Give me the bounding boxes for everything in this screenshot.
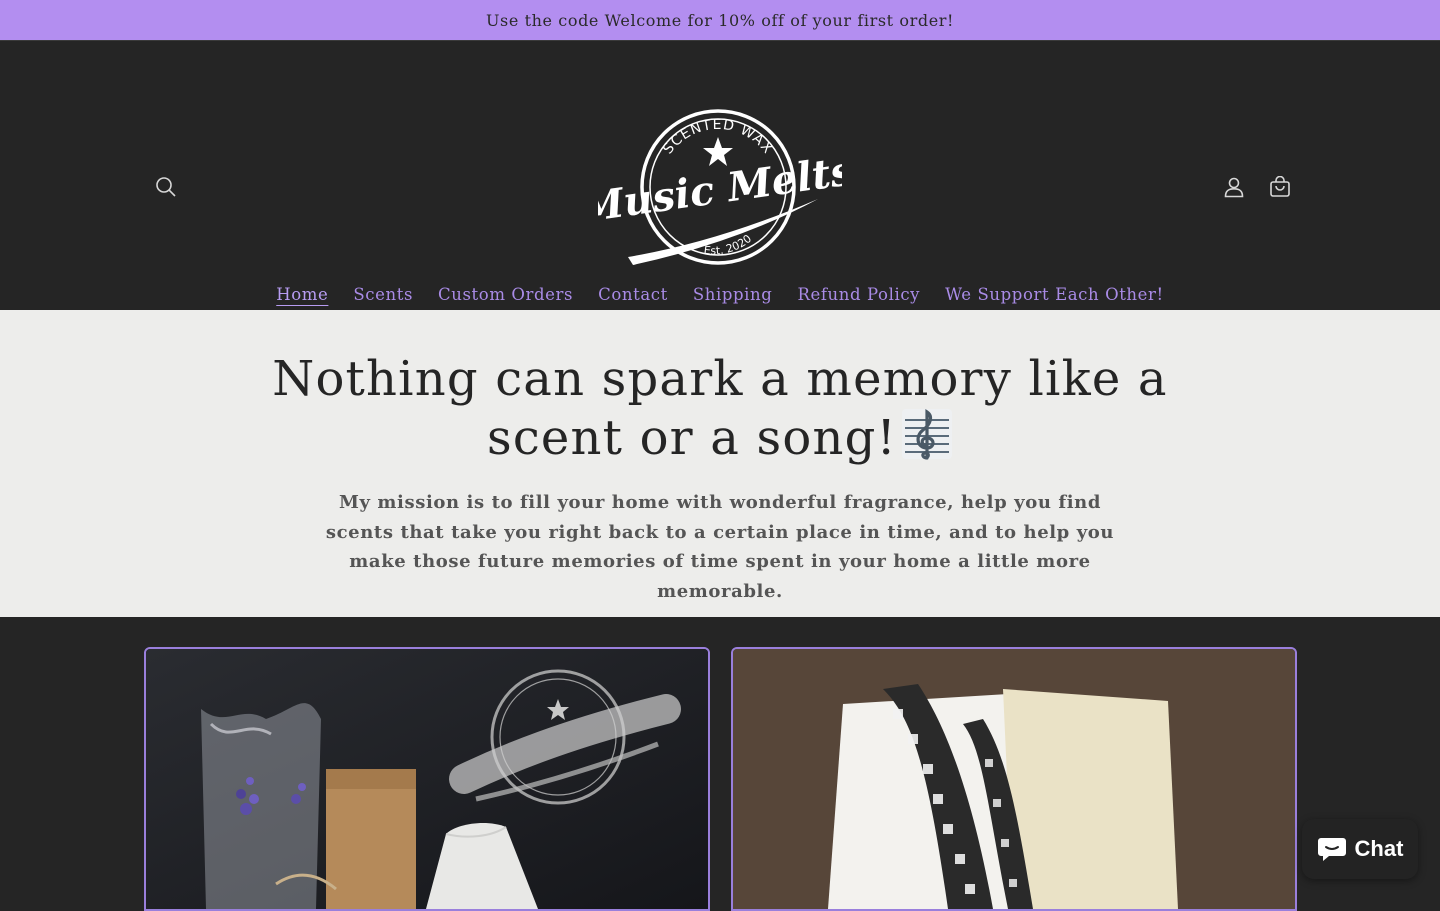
account-icon bbox=[1224, 177, 1244, 198]
chat-bubble-icon bbox=[1317, 838, 1346, 861]
main-nav: Home Scents Custom Orders Contact Shippi… bbox=[0, 285, 1440, 304]
hero-heading-line2: scent or a song! bbox=[486, 410, 898, 466]
nav-contact[interactable]: Contact bbox=[586, 285, 681, 304]
product-card-wax-bars[interactable] bbox=[731, 647, 1297, 911]
nav-refund-policy[interactable]: Refund Policy bbox=[785, 285, 933, 304]
nav-we-support-each-other[interactable]: We Support Each Other! bbox=[933, 285, 1177, 304]
site-logo[interactable]: SCENTED WAX Music Melts Est. 2020 bbox=[575, 107, 856, 267]
chat-button[interactable]: Chat bbox=[1302, 819, 1418, 879]
chat-label: Chat bbox=[1354, 836, 1404, 861]
hero-mission-text: My mission is to fill your home with won… bbox=[325, 492, 1115, 602]
hero-heading-line1: Nothing can spark a memory like a bbox=[272, 351, 1168, 407]
product-image-wax-bars bbox=[733, 649, 1295, 909]
nav-home[interactable]: Home bbox=[264, 285, 341, 304]
search-button[interactable] bbox=[146, 167, 186, 207]
announcement-bar: Use the code Welcome for 10% off of your… bbox=[0, 0, 1440, 41]
nav-custom-orders[interactable]: Custom Orders bbox=[426, 285, 586, 304]
site-header: SCENTED WAX Music Melts Est. 2020 Home S… bbox=[0, 41, 1440, 310]
nav-scents[interactable]: Scents bbox=[341, 285, 426, 304]
hero-section: Nothing can spark a memory like a scent … bbox=[0, 310, 1440, 617]
account-button[interactable] bbox=[1214, 167, 1254, 207]
cart-icon bbox=[1270, 176, 1290, 197]
treble-clef-icon bbox=[902, 409, 953, 460]
header-actions bbox=[1214, 167, 1300, 207]
product-card-gift-bag[interactable] bbox=[144, 647, 710, 911]
star-icon bbox=[703, 137, 733, 166]
announcement-text: Use the code Welcome for 10% off of your… bbox=[485, 10, 955, 30]
nav-shipping[interactable]: Shipping bbox=[680, 285, 785, 304]
featured-collection bbox=[0, 617, 1440, 911]
hero-heading: Nothing can spark a memory like a scent … bbox=[0, 350, 1440, 467]
cart-button[interactable] bbox=[1260, 167, 1300, 207]
search-icon bbox=[156, 177, 176, 197]
product-image-gift-bag bbox=[146, 649, 708, 909]
